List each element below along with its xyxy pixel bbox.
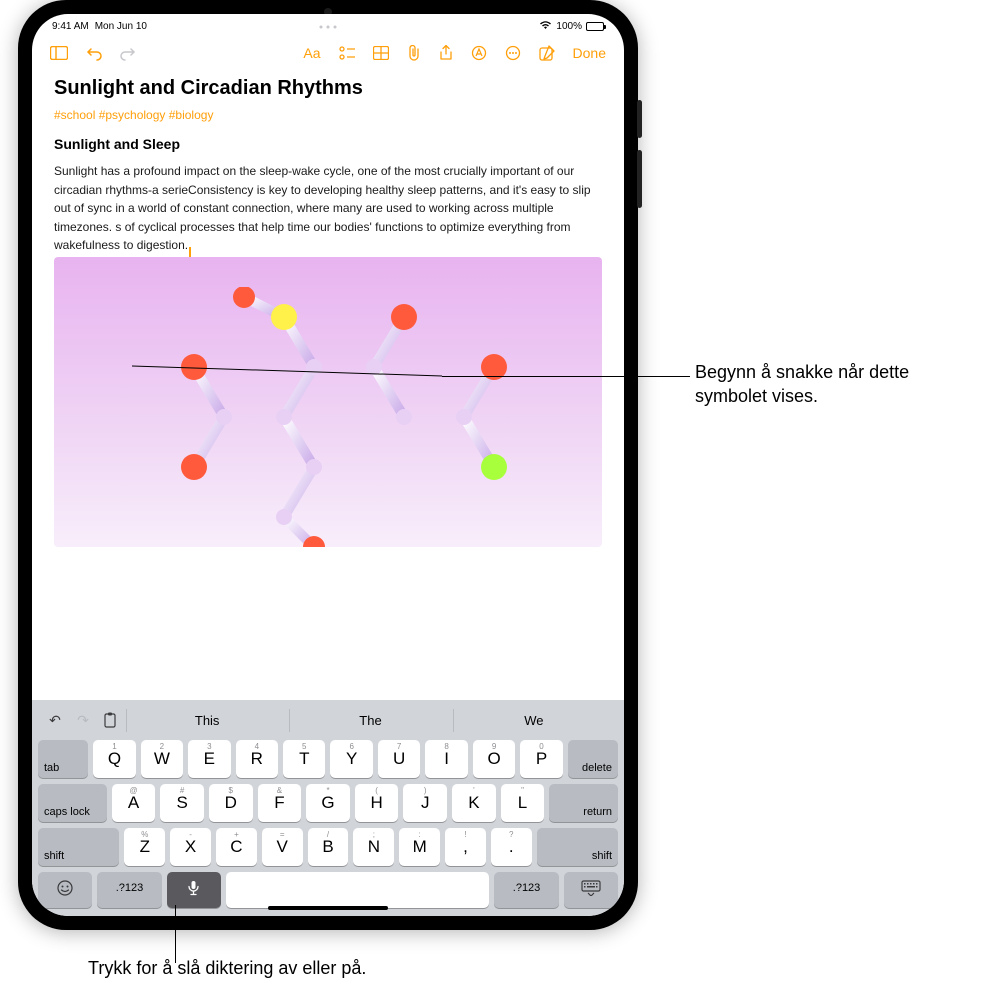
key-a[interactable]: @A <box>112 784 156 822</box>
keyboard-row-4: .?123 .?123 <box>38 872 618 908</box>
key-d[interactable]: $D <box>209 784 253 822</box>
key-e[interactable]: 3E <box>188 740 230 778</box>
status-date: Mon Jun 10 <box>95 21 147 32</box>
key-p[interactable]: 0P <box>520 740 562 778</box>
keyboard-row-1: tab 1Q 2W 3E 4R 5T 6Y 7U 8I 9O 0P delete <box>38 740 618 778</box>
key-z[interactable]: %Z <box>124 828 165 866</box>
ipad-screen: 9:41 AM Mon Jun 10 100% <box>32 14 624 916</box>
numsym-key-left[interactable]: .?123 <box>97 872 162 908</box>
key-t[interactable]: 5T <box>283 740 325 778</box>
volume-down-button <box>637 150 642 208</box>
key-b[interactable]: /B <box>308 828 349 866</box>
ipad-device-frame: 9:41 AM Mon Jun 10 100% <box>18 0 638 930</box>
text-format-icon[interactable]: Aa <box>303 45 320 61</box>
notes-toolbar: Aa <box>32 35 624 71</box>
emoji-key[interactable] <box>38 872 92 908</box>
callout-line <box>175 905 176 963</box>
share-icon[interactable] <box>439 45 453 61</box>
capslock-key[interactable]: caps lock <box>38 784 107 822</box>
key-r[interactable]: 4R <box>236 740 278 778</box>
note-heading: Sunlight and Sleep <box>54 136 602 152</box>
delete-key[interactable]: delete <box>568 740 618 778</box>
done-button[interactable]: Done <box>573 45 606 61</box>
key-comma[interactable]: !, <box>445 828 486 866</box>
return-key[interactable]: return <box>549 784 618 822</box>
spacebar-key[interactable] <box>226 872 489 908</box>
kb-redo-icon[interactable]: ↷ <box>70 712 96 729</box>
keyboard-row-3: shift %Z -X +C =V /B ;N :M !, ?. shift <box>38 828 618 866</box>
key-g[interactable]: *G <box>306 784 350 822</box>
key-s[interactable]: #S <box>160 784 204 822</box>
more-dots-icon[interactable] <box>318 24 338 30</box>
key-l[interactable]: "L <box>501 784 545 822</box>
volume-up-button <box>637 100 642 138</box>
sidebar-toggle-icon[interactable] <box>50 46 68 60</box>
callout-line <box>442 376 690 377</box>
key-i[interactable]: 8I <box>425 740 467 778</box>
shift-key-right[interactable]: shift <box>537 828 618 866</box>
kb-clipboard-icon[interactable] <box>98 712 124 728</box>
onscreen-keyboard: ↶ ↷ This The We tab 1Q 2W 3E 4R 5T 6Y <box>32 700 624 916</box>
note-body: Sunlight has a profound impact on the sl… <box>54 162 602 255</box>
note-title: Sunlight and Circadian Rhythms <box>54 77 602 100</box>
home-indicator[interactable] <box>268 906 388 910</box>
key-w[interactable]: 2W <box>141 740 183 778</box>
dismiss-keyboard-key[interactable] <box>564 872 618 908</box>
note-tags[interactable]: #school #psychology #biology <box>54 108 602 122</box>
key-y[interactable]: 6Y <box>330 740 372 778</box>
key-c[interactable]: +C <box>216 828 257 866</box>
dictation-key[interactable] <box>167 872 221 908</box>
suggestion-1[interactable]: This <box>126 709 287 732</box>
wifi-icon <box>539 20 552 33</box>
key-m[interactable]: :M <box>399 828 440 866</box>
note-attached-image[interactable] <box>54 257 602 547</box>
battery-pct: 100% <box>556 21 582 32</box>
battery-icon <box>586 22 604 31</box>
compose-icon[interactable] <box>539 45 555 61</box>
key-n[interactable]: ;N <box>353 828 394 866</box>
suggestion-3[interactable]: We <box>453 709 614 732</box>
keyboard-row-2: caps lock @A #S $D &F *G (H )J 'K "L ret… <box>38 784 618 822</box>
suggestion-2[interactable]: The <box>289 709 450 732</box>
markup-icon[interactable] <box>471 45 487 61</box>
key-f[interactable]: &F <box>258 784 302 822</box>
key-v[interactable]: =V <box>262 828 303 866</box>
more-options-icon[interactable] <box>505 45 521 61</box>
checklist-icon[interactable] <box>339 46 355 60</box>
suggestion-bar: ↶ ↷ This The We <box>38 704 618 736</box>
note-body-text: Sunlight has a profound impact on the sl… <box>54 164 591 252</box>
tab-key[interactable]: tab <box>38 740 88 778</box>
key-period[interactable]: ?. <box>491 828 532 866</box>
key-j[interactable]: )J <box>403 784 447 822</box>
undo-icon[interactable] <box>86 45 102 61</box>
note-editor[interactable]: Sunlight and Circadian Rhythms #school #… <box>32 71 624 700</box>
key-o[interactable]: 9O <box>473 740 515 778</box>
key-x[interactable]: -X <box>170 828 211 866</box>
attachment-icon[interactable] <box>407 45 421 61</box>
table-icon[interactable] <box>373 46 389 60</box>
status-time: 9:41 AM <box>52 21 89 32</box>
callout-dictation-symbol: Begynn å snakke når dette symbolet vises… <box>695 360 975 409</box>
kb-undo-icon[interactable]: ↶ <box>42 712 68 729</box>
callout-dictation-toggle: Trykk for å slå diktering av eller på. <box>88 956 588 980</box>
key-k[interactable]: 'K <box>452 784 496 822</box>
molecule-illustration <box>134 287 534 547</box>
redo-icon[interactable] <box>120 45 136 61</box>
numsym-key-right[interactable]: .?123 <box>494 872 559 908</box>
key-u[interactable]: 7U <box>378 740 420 778</box>
shift-key-left[interactable]: shift <box>38 828 119 866</box>
key-h[interactable]: (H <box>355 784 399 822</box>
key-q[interactable]: 1Q <box>93 740 135 778</box>
